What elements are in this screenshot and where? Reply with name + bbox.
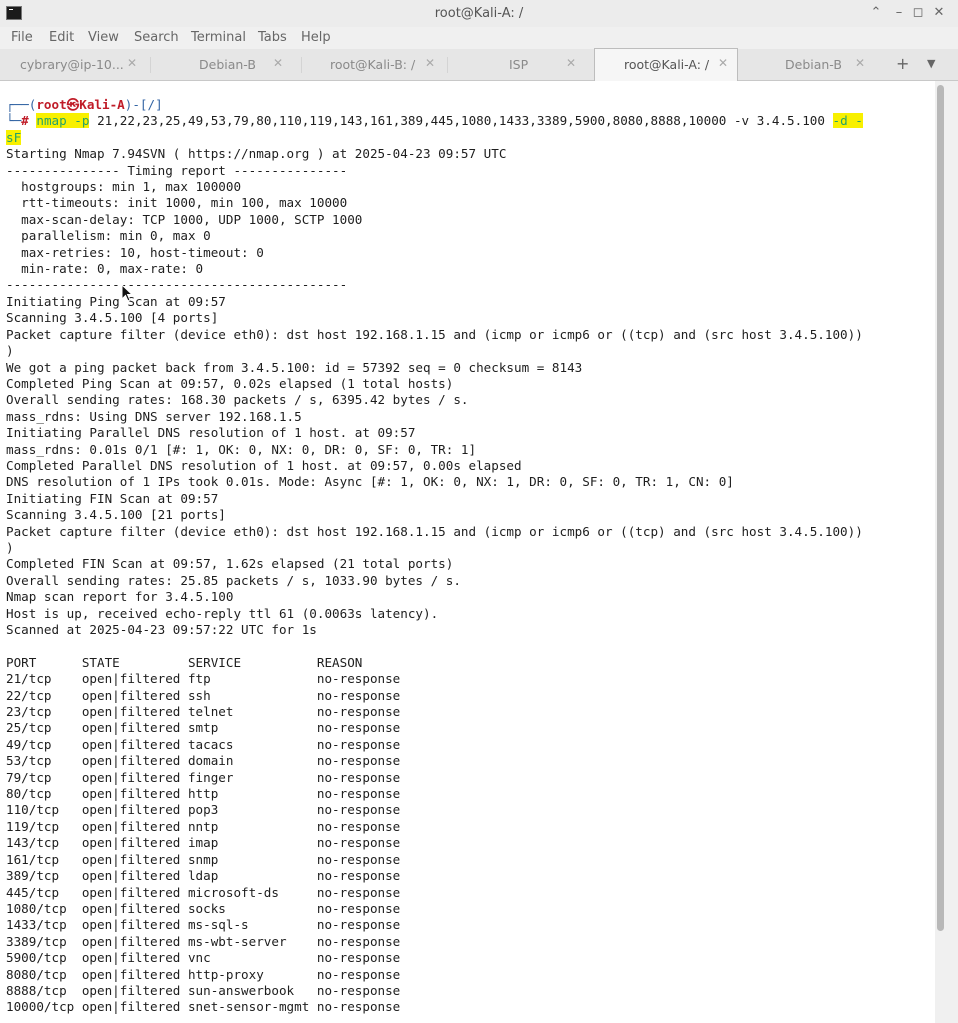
tab-close-icon[interactable]: ✕ [425, 56, 435, 70]
new-tab-icon[interactable]: + [896, 54, 909, 73]
menu-help[interactable]: Help [301, 30, 331, 45]
prompt-cwd: )-[/] [124, 97, 163, 112]
scrollbar-thumb[interactable] [937, 85, 944, 931]
tab-kali-a[interactable]: root@Kali-A: / ✕ [594, 48, 738, 81]
tab-label: root@Kali-B: / [330, 57, 416, 72]
title-bar: root@Kali-A: / ⌃ – ◻ ✕ [0, 0, 958, 28]
prompt-user-host: root㉿Kali-A [36, 97, 125, 112]
command-tail-2: sF [6, 129, 22, 145]
menu-file[interactable]: File [11, 30, 33, 45]
chevron-up-icon[interactable]: ⌃ [867, 4, 885, 22]
tab-close-icon[interactable]: ✕ [718, 56, 728, 70]
command-tail-1: -d - [832, 113, 863, 129]
mouse-pointer-icon [121, 284, 133, 302]
tab-close-icon[interactable]: ✕ [566, 56, 576, 70]
tab-isp[interactable]: ISP ✕ [448, 49, 593, 79]
tab-kali-b[interactable]: root@Kali-B: / ✕ [302, 49, 447, 79]
tab-debian-b-2[interactable]: Debian-B ✕ [737, 49, 882, 79]
menu-search[interactable]: Search [134, 30, 179, 45]
terminal-output-text: Starting Nmap 7.94SVN ( https://nmap.org… [6, 146, 863, 1015]
tab-close-icon[interactable]: ✕ [273, 56, 283, 70]
maximize-icon[interactable]: ◻ [909, 4, 927, 22]
menu-tabs[interactable]: Tabs [258, 30, 287, 45]
close-icon[interactable]: ✕ [930, 4, 948, 22]
menu-edit[interactable]: Edit [49, 30, 74, 45]
prompt-frame: ┌──( [6, 97, 37, 112]
command-name: nmap [36, 113, 67, 129]
minimize-icon[interactable]: – [890, 4, 908, 22]
tab-cybrary[interactable]: cybrary@ip-10... ✕ [0, 49, 150, 79]
chevron-down-icon[interactable]: ▼ [927, 57, 935, 70]
vertical-scrollbar[interactable] [935, 81, 958, 1023]
command-args: 21,22,23,25,49,53,79,80,110,119,143,161,… [97, 113, 825, 129]
menu-view[interactable]: View [88, 30, 119, 45]
tab-label: root@Kali-A: / [624, 57, 710, 72]
tab-label: ISP [509, 57, 529, 72]
prompt-hash: # [21, 113, 29, 129]
tab-label: Debian-B [199, 57, 256, 72]
tab-bar: cybrary@ip-10... ✕ Debian-B ✕ root@Kali-… [0, 48, 958, 81]
prompt-frame-lower: └─ [6, 113, 22, 129]
tab-close-icon[interactable]: ✕ [127, 56, 137, 70]
menu-bar: File Edit View Search Terminal Tabs Help [0, 27, 958, 49]
terminal-output[interactable]: ┌──(root㉿Kali-A)-[/] └─# nmap -p 21,22,2… [0, 81, 935, 1023]
tab-debian-b-1[interactable]: Debian-B ✕ [151, 49, 301, 79]
tab-close-icon[interactable]: ✕ [855, 56, 865, 70]
menu-terminal[interactable]: Terminal [191, 30, 246, 45]
terminal-text: ┌──(root㉿Kali-A)-[/] └─# nmap -p 21,22,2… [6, 97, 863, 1016]
tab-label: Debian-B [785, 57, 842, 72]
window-title: root@Kali-A: / [434, 6, 524, 21]
command-flag: -p [74, 113, 90, 129]
tab-label: cybrary@ip-10... [20, 57, 124, 72]
